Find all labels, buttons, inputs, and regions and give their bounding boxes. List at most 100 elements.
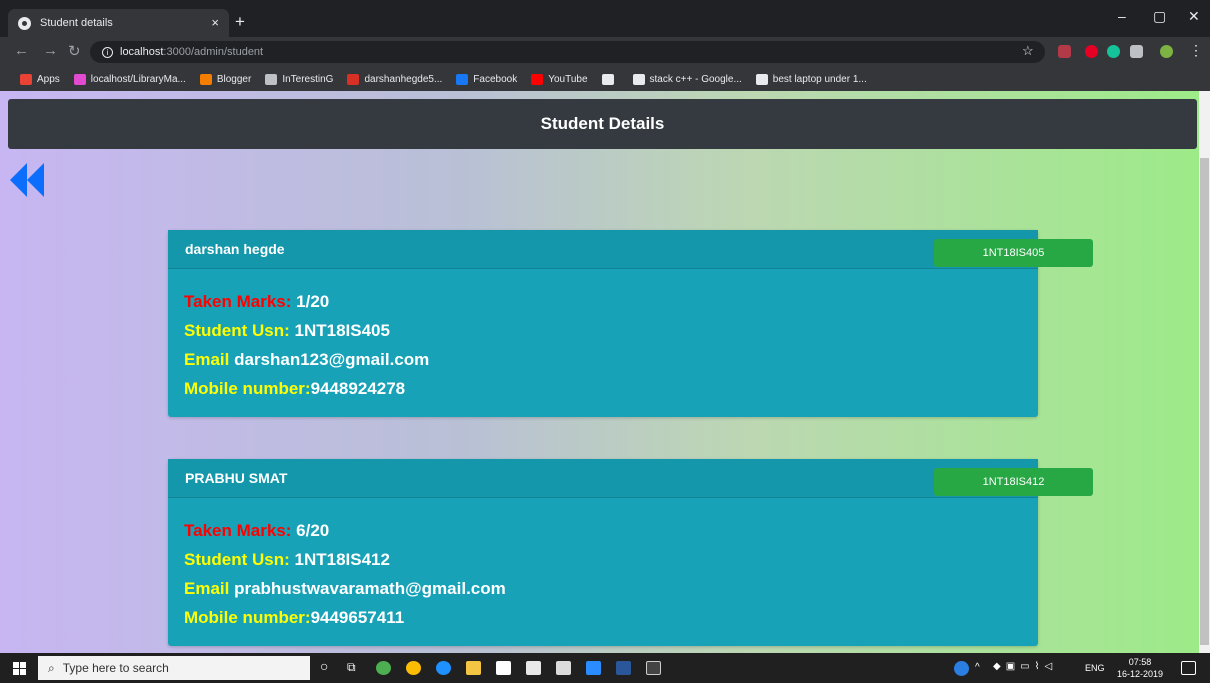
page-title: Student Details [8, 99, 1197, 149]
email-value: darshan123@gmail.com [234, 350, 430, 369]
browser-tab[interactable]: Student details × [8, 9, 229, 37]
bookmark-icon [199, 73, 212, 85]
bookmark-item[interactable]: localhost/LibraryMa... [73, 73, 186, 85]
marks-value: 1/20 [296, 292, 330, 311]
chrome-favicon-icon [18, 16, 31, 30]
page-viewport: Student Details darshan hegde 1NT18IS405… [0, 91, 1210, 653]
new-tab-button[interactable]: + [235, 12, 245, 32]
reload-icon[interactable]: ↻ [68, 42, 81, 60]
bookmark-label: best laptop under 1... [772, 73, 867, 85]
edge-icon[interactable] [436, 661, 451, 675]
email-label: Email [184, 579, 230, 598]
bookmark-label: localhost/LibraryMa... [90, 73, 186, 85]
bookmark-label: Blogger [216, 73, 252, 85]
app-icon[interactable] [376, 661, 391, 675]
student-card: darshan hegde 1NT18IS405 Taken Marks: 1/… [168, 230, 1093, 417]
bookmark-item[interactable]: Apps [20, 73, 60, 85]
extension-k-icon[interactable] [1058, 45, 1071, 58]
tab-title: Student details [40, 17, 113, 29]
bookmark-item[interactable]: stack c++ - Google... [632, 73, 742, 85]
email-value: prabhustwavaramath@gmail.com [234, 579, 506, 598]
usn-badge: 1NT18IS412 [934, 468, 1093, 496]
bookmark-icon [456, 73, 469, 85]
scrollbar-thumb[interactable] [1200, 158, 1209, 645]
usn-value: 1NT18IS405 [294, 321, 390, 340]
usn-label: Student Usn: [184, 550, 290, 569]
url-host: localhost [120, 46, 164, 58]
bookmark-item[interactable]: YouTube [531, 73, 588, 85]
usn-value: 1NT18IS412 [294, 550, 390, 569]
student-name: darshan hegde [168, 230, 1038, 269]
tab-close-icon[interactable]: × [211, 15, 219, 30]
marks-label: Taken Marks: [184, 292, 292, 311]
bookmark-label: Apps [37, 73, 60, 85]
bookmark-icon [601, 73, 614, 85]
language-indicator[interactable]: ENG [1085, 663, 1105, 673]
bookmark-label: InTerestinG [282, 73, 334, 85]
taskbar-search-input[interactable]: ⌕ Type here to search [38, 656, 310, 680]
mobile-value: 9449657411 [310, 608, 405, 627]
notification-icon[interactable] [1181, 661, 1196, 675]
bookmark-item[interactable]: best laptop under 1... [755, 73, 867, 85]
bookmark-label: YouTube [548, 73, 588, 85]
help-icon[interactable] [954, 661, 969, 676]
bookmark-star-icon[interactable]: ☆ [1022, 43, 1034, 59]
bookmark-item[interactable]: InTerestinG [265, 73, 334, 85]
bookmark-label: darshanhegde5... [364, 73, 443, 85]
file-explorer-icon[interactable] [466, 661, 481, 675]
bookmark-icon [755, 73, 768, 85]
bookmark-icon [73, 73, 86, 85]
extension-icon[interactable] [1130, 45, 1143, 58]
bookmark-item[interactable]: Facebook [456, 73, 518, 85]
task-view-icon[interactable]: ⧉ [347, 660, 356, 675]
bookmark-label: stack c++ - Google... [649, 73, 742, 85]
bookmarks-bar: Apps localhost/LibraryMa... Blogger InTeres… [0, 67, 1210, 91]
mail-icon[interactable] [526, 661, 541, 675]
clock-time: 07:58 [1128, 657, 1152, 667]
back-arrow-icon[interactable]: ← [14, 42, 29, 59]
double-back-arrow-icon[interactable] [10, 163, 50, 197]
chrome-icon[interactable] [406, 661, 421, 675]
email-label: Email [184, 350, 230, 369]
bookmark-item[interactable]: darshanhegde5... [347, 73, 443, 85]
marks-value: 6/20 [296, 521, 330, 540]
visual-studio-icon[interactable] [586, 661, 601, 675]
bookmark-icon [265, 73, 278, 85]
maximize-button[interactable]: ▢ [1153, 8, 1166, 25]
search-placeholder: Type here to search [62, 661, 169, 675]
search-icon: ⌕ [48, 660, 55, 675]
address-bar[interactable]: i localhost :3000/admin/student [90, 41, 1045, 63]
usn-label: Student Usn: [184, 321, 290, 340]
pinterest-extension-icon[interactable] [1085, 45, 1098, 58]
window-close-button[interactable]: ✕ [1188, 8, 1200, 25]
profile-avatar[interactable] [1160, 45, 1173, 58]
clock[interactable]: 07:58 16-12-2019 [1117, 656, 1163, 680]
bookmark-icon [347, 73, 360, 85]
bookmark-item[interactable]: Blogger [199, 73, 252, 85]
terminal-icon[interactable] [646, 661, 661, 675]
forward-arrow-icon[interactable]: → [43, 42, 58, 59]
cortana-icon[interactable]: ○ [320, 658, 328, 674]
grammarly-extension-icon[interactable] [1107, 45, 1120, 58]
mobile-label: Mobile number: [184, 379, 311, 398]
usn-badge: 1NT18IS405 [934, 239, 1093, 267]
url-path: :3000/admin/student [163, 46, 264, 58]
dropbox-icon[interactable] [556, 661, 571, 675]
windows-start-icon[interactable] [13, 662, 26, 675]
bookmark-label: Facebook [473, 73, 518, 85]
student-card: PRABHU SMAT 1NT18IS412 Taken Marks: 6/20… [168, 459, 1093, 646]
bookmark-item[interactable] [601, 73, 619, 85]
menu-kebab-icon[interactable]: ⋮ [1189, 42, 1203, 59]
marks-label: Taken Marks: [184, 521, 292, 540]
info-icon[interactable]: i [102, 46, 113, 58]
minimize-button[interactable]: – [1118, 8, 1126, 24]
bookmark-icon [632, 73, 645, 85]
student-name: PRABHU SMAT [168, 459, 1038, 498]
store-icon[interactable] [496, 661, 511, 675]
word-icon[interactable] [616, 661, 631, 675]
chevron-up-icon[interactable]: ^ [975, 662, 980, 673]
clock-date: 16-12-2019 [1117, 669, 1164, 679]
bookmark-icon [531, 73, 544, 85]
system-tray-icons[interactable]: ◆▣▭⌇◁ [993, 661, 1057, 672]
bookmark-icon [20, 73, 32, 85]
